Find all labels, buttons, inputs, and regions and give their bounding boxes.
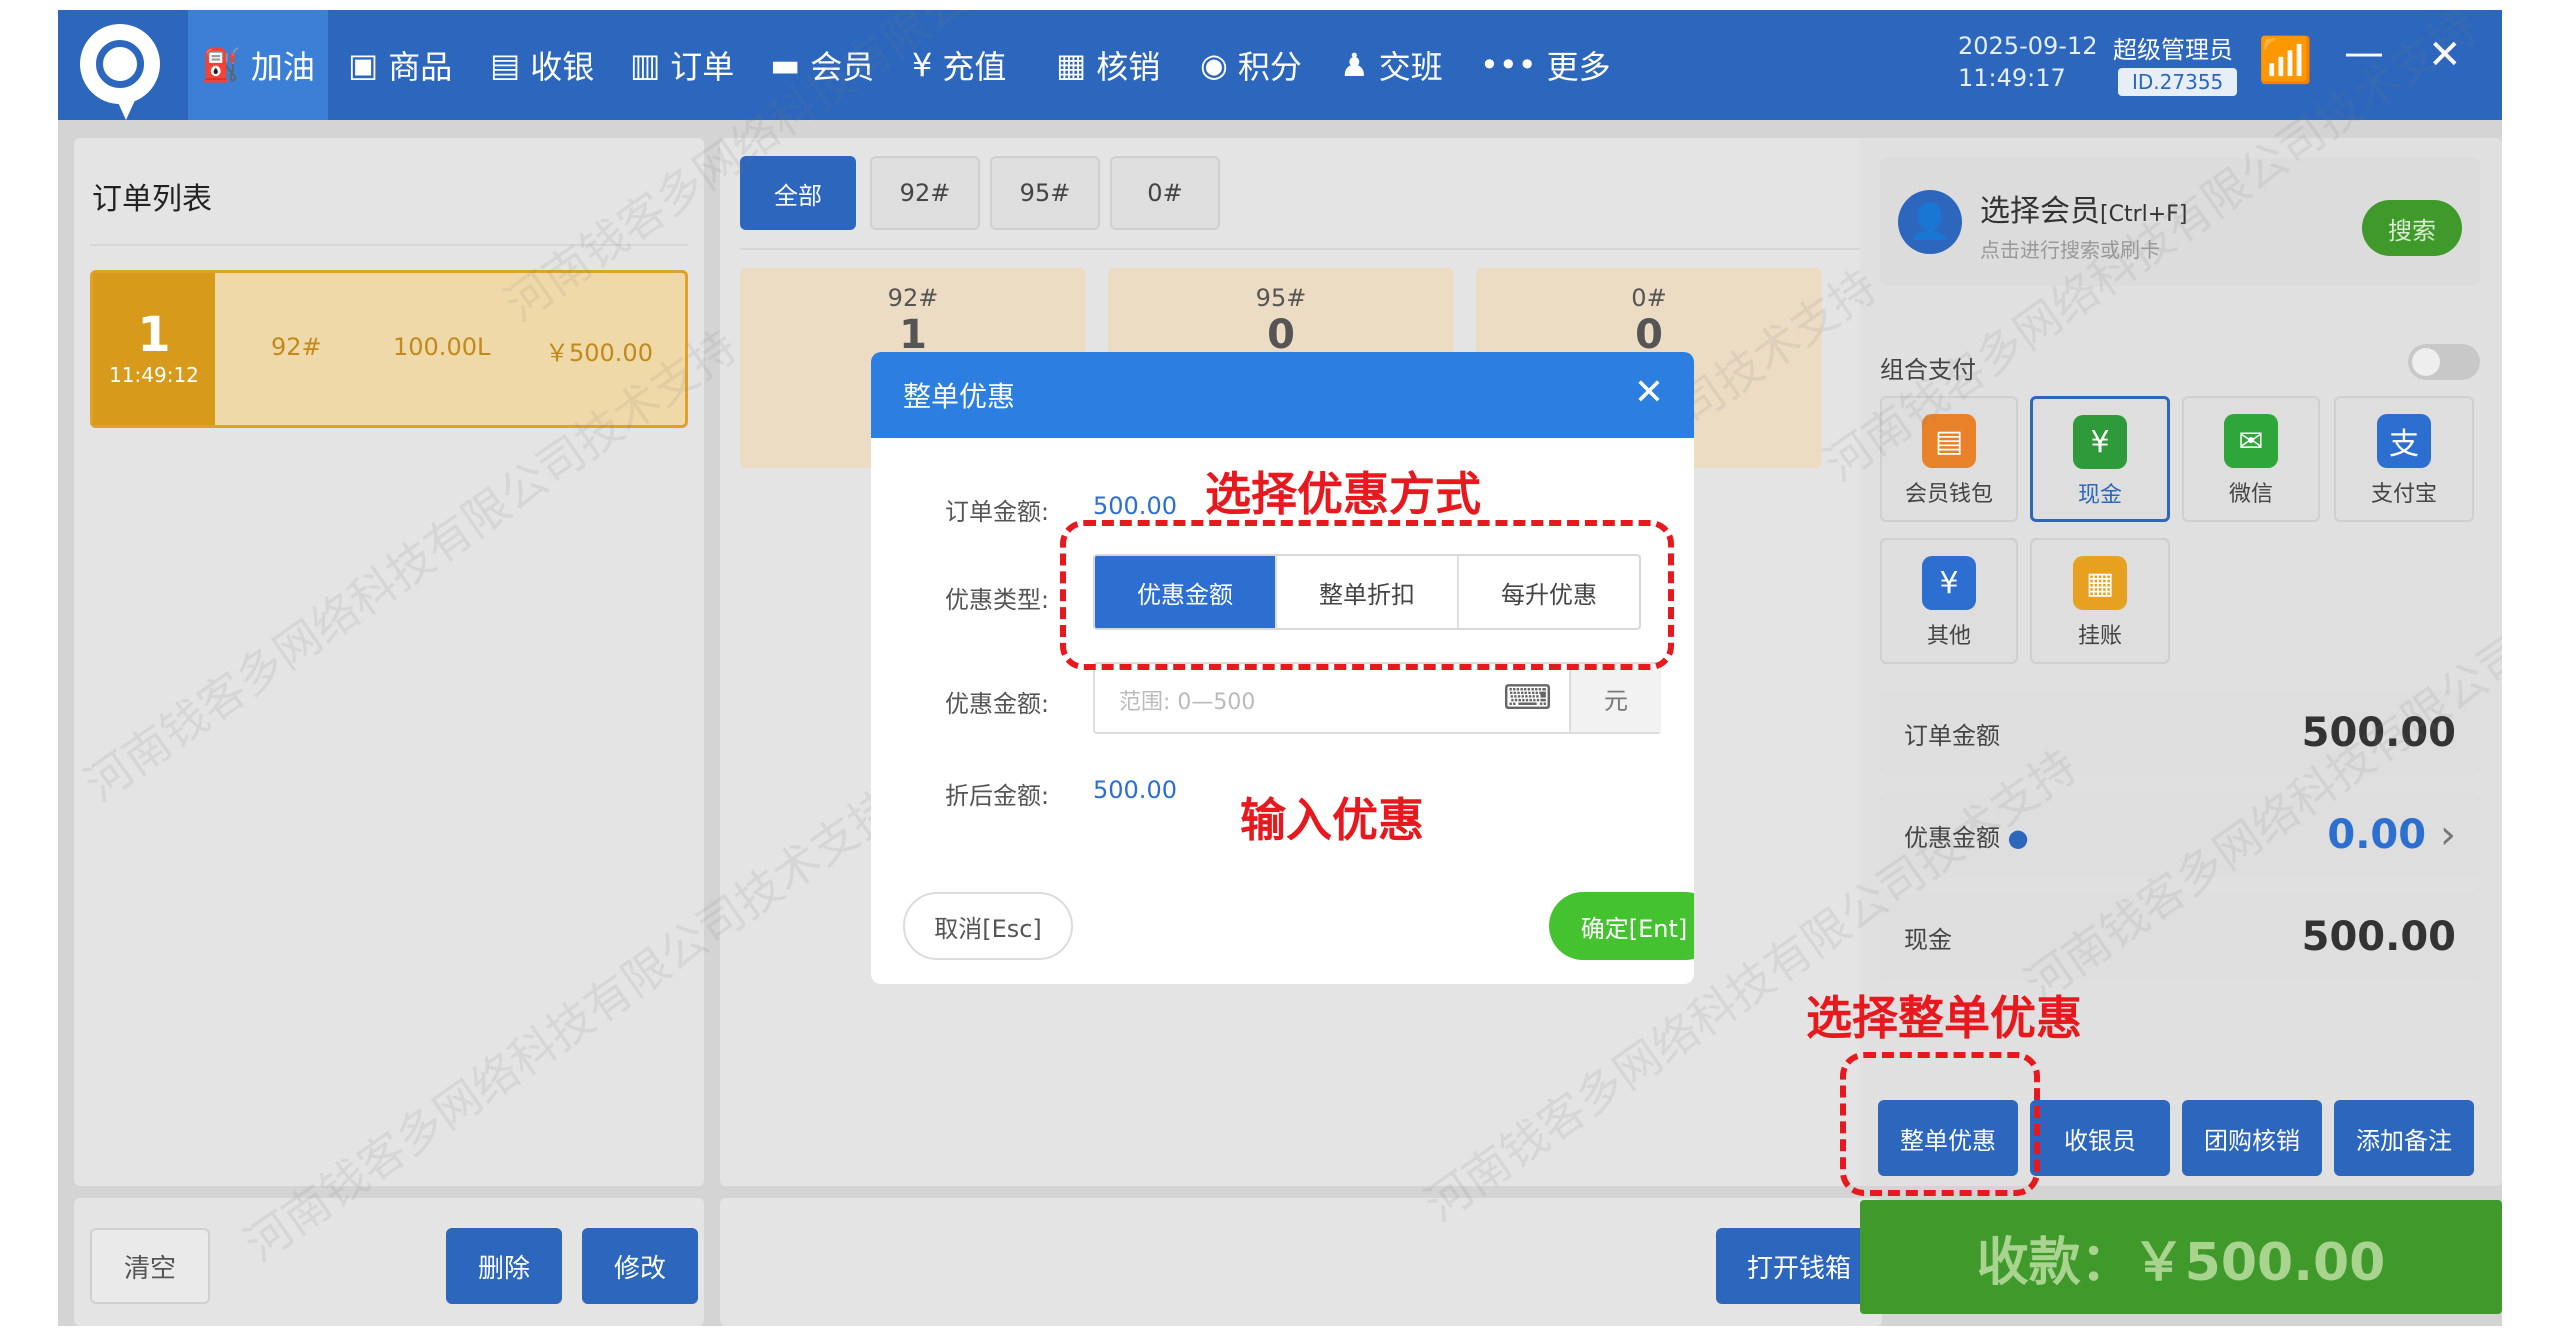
fuel-pump-icon: ⛽ xyxy=(201,46,241,84)
dialog-confirm-button[interactable]: 确定[Ent] xyxy=(1549,892,1694,960)
dialog-cancel-button[interactable]: 取消[Esc] xyxy=(903,892,1073,960)
nav-points[interactable]: ◉ 积分 xyxy=(1200,10,1302,120)
keyboard-icon[interactable]: ⌨ xyxy=(1503,678,1552,718)
pay-wechat[interactable]: ✉ 微信 xyxy=(2182,396,2320,522)
ticket-icon: ▦ xyxy=(1056,46,1087,84)
app-window: ⛽ 加油 ▣ 商品 ▤ 收银 ▥ 订单 ▬ 会员 ¥ 充值 ▦ 核销 ◉ 积分 ♟ 交班 ••• 更… xyxy=(58,10,2502,1326)
shift-icon: ♟ xyxy=(1340,46,1369,84)
annotation-box-whole xyxy=(1840,1052,2040,1196)
nav-verify[interactable]: ▦ 核销 xyxy=(1056,10,1160,120)
after-discount-label: 折后金额: xyxy=(945,782,1050,810)
pay-alipay[interactable]: 支 支付宝 xyxy=(2334,396,2474,522)
clock: 2025-09-12 11:49:17 xyxy=(1958,30,2097,94)
nav-fuel[interactable]: ⛽ 加油 xyxy=(188,10,328,120)
other-yen-icon: ¥ xyxy=(1922,556,1976,610)
discount-amount-placeholder: 范围: 0—500 xyxy=(1119,690,1256,715)
after-discount-value: 500.00 xyxy=(1093,776,1177,804)
logo-mark-icon xyxy=(96,40,144,88)
cashier-icon: ▤ xyxy=(490,46,521,84)
center-actions-bar: 打开钱箱 xyxy=(720,1198,1882,1326)
order-volume: 100.00L xyxy=(393,333,491,361)
nav-shift[interactable]: ♟ 交班 xyxy=(1340,10,1443,120)
annotation-choose-whole: 选择整单优惠 xyxy=(1806,991,2082,1045)
order-icon: ▥ xyxy=(630,46,661,84)
tab-95[interactable]: 95# xyxy=(990,156,1100,230)
more-dots-icon: ••• xyxy=(1480,46,1537,84)
order-number-badge: 1 11:49:12 xyxy=(93,273,215,425)
discount-type-label: 优惠类型: xyxy=(945,586,1050,614)
wechat-icon: ✉ xyxy=(2224,414,2278,468)
order-list-title: 订单列表 xyxy=(92,182,212,217)
dialog-title: 整单优惠 xyxy=(903,380,1016,413)
clear-button[interactable]: 清空 xyxy=(90,1228,210,1304)
open-drawer-button[interactable]: 打开钱箱 xyxy=(1716,1228,1882,1304)
collect-payment-button[interactable]: 收款： ￥500.00 xyxy=(1860,1200,2502,1314)
date-text: 2025-09-12 xyxy=(1958,32,2098,60)
nav-goods[interactable]: ▣ 商品 xyxy=(348,10,452,120)
admin-id-badge: ID.27355 xyxy=(2118,68,2238,96)
pay-cash[interactable]: ¥ 现金 xyxy=(2030,396,2170,522)
modify-button[interactable]: 修改 xyxy=(582,1228,698,1304)
admin-name: 超级管理员 xyxy=(2113,36,2233,64)
dialog-header: 整单优惠 ✕ xyxy=(871,352,1694,438)
cash-yen-icon: ¥ xyxy=(2073,415,2127,469)
app-logo xyxy=(80,24,160,120)
order-fuel: 92# xyxy=(271,333,322,361)
wifi-icon: 📶 xyxy=(2258,35,2313,86)
bag-icon: ▣ xyxy=(348,46,379,84)
coins-icon: ◉ xyxy=(1200,46,1228,84)
delete-button[interactable]: 删除 xyxy=(446,1228,562,1304)
alipay-icon: 支 xyxy=(2377,414,2431,468)
nav-orders[interactable]: ▥ 订单 xyxy=(630,10,734,120)
top-nav-bar: ⛽ 加油 ▣ 商品 ▤ 收银 ▥ 订单 ▬ 会员 ¥ 充值 ▦ 核销 ◉ 积分 ♟ 交班 ••• 更… xyxy=(58,10,2502,120)
tab-0[interactable]: 0# xyxy=(1110,156,1220,230)
add-note-button[interactable]: 添加备注 xyxy=(2334,1100,2474,1176)
nav-cashier[interactable]: ▤ 收银 xyxy=(490,10,594,120)
discount-amount-label: 优惠金额: xyxy=(945,690,1050,718)
discount-amount-input[interactable]: 范围: 0—500 ⌨ 元 xyxy=(1093,662,1661,734)
unit-yuan: 元 xyxy=(1569,664,1661,732)
tab-92[interactable]: 92# xyxy=(870,156,980,230)
member-title: 选择会员 xyxy=(1980,194,2100,229)
discount-amount-value: 0.00 xyxy=(2327,812,2427,858)
cash-amount-value: 500.00 xyxy=(2301,914,2456,960)
dialog-order-amount-value: 500.00 xyxy=(1093,492,1177,520)
pay-credit[interactable]: ▦ 挂账 xyxy=(2030,538,2170,664)
combo-pay-toggle[interactable] xyxy=(2408,344,2480,380)
pay-other[interactable]: ¥ 其他 xyxy=(1880,538,2018,664)
calendar-icon: ▦ xyxy=(2073,556,2127,610)
nav-more[interactable]: ••• 更多 xyxy=(1480,10,1611,120)
dialog-close-icon[interactable]: ✕ xyxy=(1634,372,1664,413)
chevron-right-icon: › xyxy=(2440,812,2456,858)
dialog-order-amount-label: 订单金额: xyxy=(945,498,1050,526)
annotation-box-type xyxy=(1060,520,1674,670)
order-actions-bar: 清空 删除 修改 xyxy=(74,1198,704,1326)
member-avatar-icon: 👤 xyxy=(1898,190,1962,254)
cashier-button[interactable]: 收银员 xyxy=(2030,1100,2170,1176)
member-search-button[interactable]: 搜索 xyxy=(2362,200,2462,256)
time-text: 11:49:17 xyxy=(1958,64,2066,92)
annotation-enter-discount: 输入优惠 xyxy=(1240,793,1424,847)
annotation-choose-type: 选择优惠方式 xyxy=(1205,467,1481,521)
group-buy-button[interactable]: 团购核销 xyxy=(2182,1100,2322,1176)
